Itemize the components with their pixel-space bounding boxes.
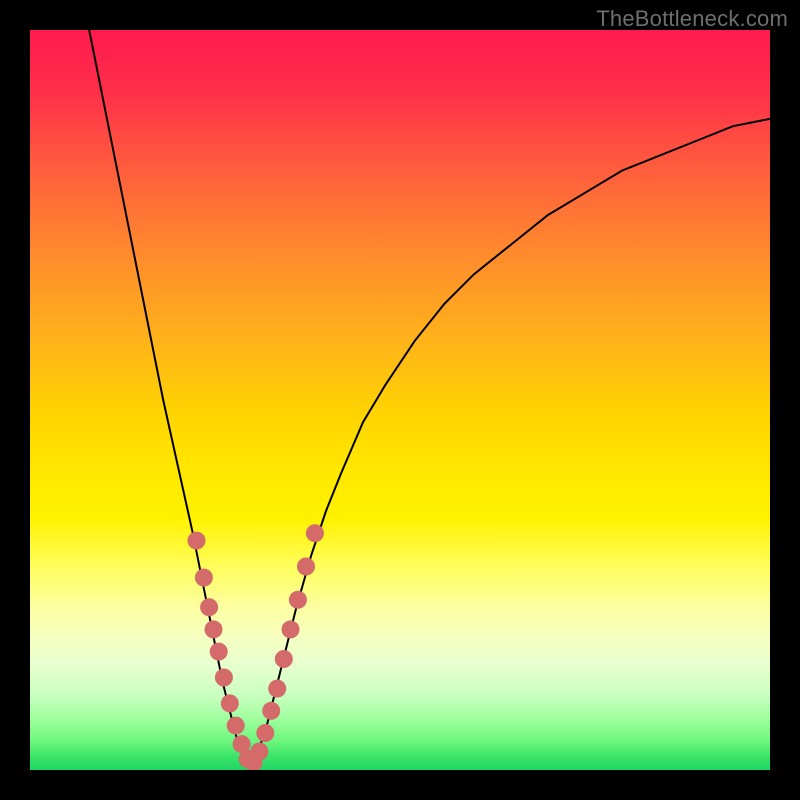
marker-dot bbox=[200, 598, 218, 616]
marker-dot bbox=[188, 532, 206, 550]
marker-dot bbox=[282, 620, 300, 638]
chart-frame: TheBottleneck.com bbox=[0, 0, 800, 800]
marker-dot bbox=[297, 558, 315, 576]
marker-dot bbox=[205, 620, 223, 638]
marker-dot bbox=[215, 669, 233, 687]
marker-dot bbox=[227, 717, 245, 735]
marker-dot bbox=[221, 694, 239, 712]
marker-dot bbox=[262, 702, 280, 720]
highlighted-markers-group bbox=[188, 524, 324, 770]
marker-dot bbox=[256, 724, 274, 742]
marker-dot bbox=[210, 643, 228, 661]
marker-dot bbox=[268, 680, 286, 698]
curve-layer bbox=[30, 30, 770, 770]
marker-dot bbox=[289, 591, 307, 609]
plot-area bbox=[30, 30, 770, 770]
marker-dot bbox=[306, 524, 324, 542]
bottleneck-curve bbox=[89, 30, 770, 763]
marker-dot bbox=[275, 650, 293, 668]
watermark-text: TheBottleneck.com bbox=[596, 6, 788, 32]
bottleneck-curve-path bbox=[89, 30, 770, 763]
marker-dot bbox=[195, 569, 213, 587]
marker-dot bbox=[250, 743, 268, 761]
